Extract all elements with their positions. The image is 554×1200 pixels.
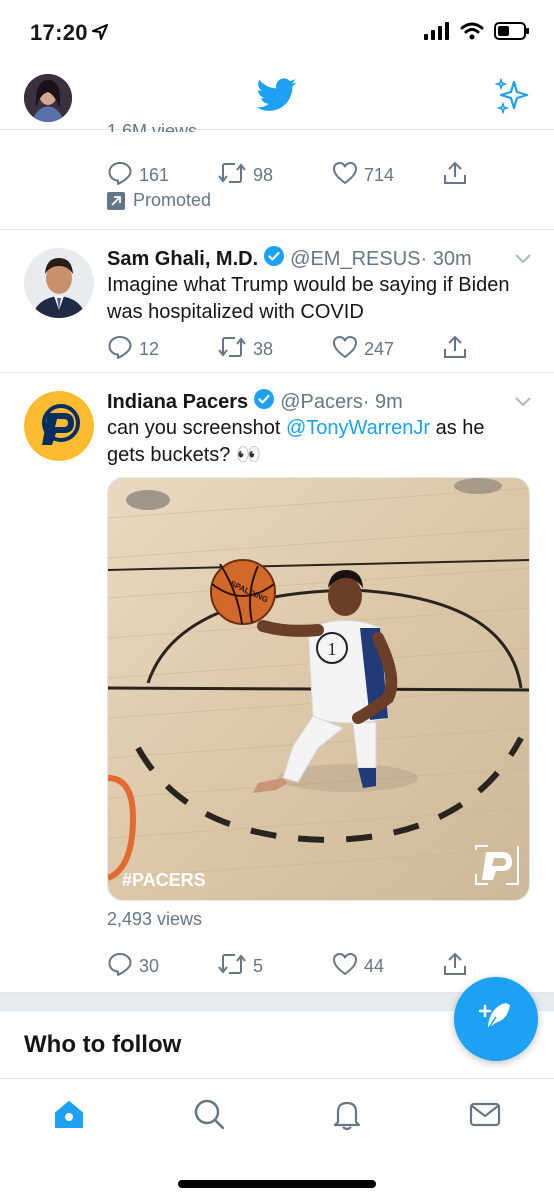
compose-tweet-button[interactable] (454, 977, 538, 1061)
share-icon (442, 160, 468, 191)
mention-link[interactable]: @TonyWarrenJr (286, 417, 430, 439)
tweet-header: Indiana Pacers @Pacers · 9m (107, 389, 403, 415)
tweet[interactable]: Sam Ghali, M.D. @EM_RESUS · 30m Imagine … (0, 230, 554, 373)
verified-badge-icon (264, 246, 285, 272)
promoted-arrow-icon (107, 191, 125, 210)
media-watermark: #PACERS (122, 870, 206, 890)
like-button[interactable]: 714 (332, 160, 442, 191)
reply-button[interactable]: 30 (107, 951, 217, 982)
heart-icon (332, 335, 358, 364)
sparkle-icon[interactable] (494, 77, 530, 119)
heart-icon (332, 952, 358, 981)
who-to-follow-title: Who to follow (24, 1031, 182, 1058)
promoted-label: Promoted (107, 190, 211, 211)
retweet-button[interactable]: 38 (217, 334, 332, 365)
promoted-text: Promoted (133, 190, 212, 210)
like-count: 44 (364, 956, 385, 976)
tweet-actions: 161 98 714 (107, 160, 477, 191)
tweet-media-image[interactable]: 1 SPALDING #PACERS (107, 477, 530, 901)
promoted-tweet-views: 1.6M views (107, 121, 198, 132)
profile-avatar[interactable] (24, 74, 72, 122)
status-time: 17:20 (30, 20, 88, 45)
author-name[interactable]: Indiana Pacers (107, 391, 248, 414)
share-button[interactable] (442, 951, 477, 982)
home-icon[interactable] (52, 1097, 86, 1136)
home-indicator[interactable] (178, 1180, 376, 1188)
tweet-actions: 30 5 44 (107, 951, 477, 982)
tweet-text-part: can you screenshot (107, 417, 286, 439)
reply-icon (107, 160, 133, 191)
author-handle[interactable]: @EM_RESUS (290, 248, 420, 271)
reply-icon (107, 951, 133, 982)
promoted-tweet[interactable]: 1.6M views 161 98 714 Promoted (0, 121, 554, 230)
compose-feather-icon (476, 997, 516, 1042)
share-button[interactable] (442, 334, 477, 365)
reply-button[interactable]: 12 (107, 334, 217, 365)
chevron-down-icon[interactable] (514, 395, 532, 413)
mail-icon[interactable] (468, 1097, 502, 1136)
share-button[interactable] (442, 160, 477, 191)
author-handle[interactable]: @Pacers (280, 391, 363, 414)
retweet-icon (217, 334, 247, 365)
like-count: 247 (364, 339, 395, 359)
tweet-time: · 30m (420, 247, 472, 270)
location-arrow-icon (92, 24, 108, 45)
retweet-button[interactable]: 5 (217, 951, 332, 982)
top-nav (0, 68, 554, 130)
tweet[interactable]: Indiana Pacers @Pacers · 9m can you scre… (0, 373, 554, 993)
like-count: 714 (364, 165, 395, 185)
tweet-header: Sam Ghali, M.D. @EM_RESUS · 30m (107, 246, 472, 272)
like-button[interactable]: 247 (332, 334, 442, 365)
retweet-icon (217, 951, 247, 982)
signal-icon (424, 22, 450, 45)
tweet-author-avatar[interactable] (24, 391, 94, 461)
timeline-feed: 1.6M views 161 98 714 Promoted Sam Ghali… (0, 121, 554, 1079)
reply-count: 30 (139, 956, 160, 976)
jersey-number: 1 (328, 639, 337, 659)
retweet-count: 5 (253, 956, 264, 976)
search-icon[interactable] (192, 1097, 226, 1136)
tweet-text: Imagine what Trump would be saying if Bi… (107, 274, 510, 323)
tweet-author-avatar[interactable] (24, 248, 94, 318)
reply-icon (107, 334, 133, 365)
tweet-time: · 9m (362, 390, 403, 413)
retweet-icon (217, 160, 247, 191)
status-bar: 17:20 (0, 0, 554, 68)
tweet-actions: 12 38 247 (107, 334, 477, 365)
reply-count: 12 (139, 339, 160, 359)
retweet-count: 98 (253, 165, 274, 185)
reply-count: 161 (139, 165, 170, 185)
twitter-bird-icon[interactable] (256, 78, 297, 117)
retweet-count: 38 (253, 339, 274, 359)
chevron-down-icon[interactable] (514, 252, 532, 270)
tweet-text: can you screenshot @TonyWarrenJr as he g… (107, 415, 527, 469)
heart-icon (332, 161, 358, 190)
like-button[interactable]: 44 (332, 951, 442, 982)
verified-badge-icon (254, 389, 275, 415)
author-name[interactable]: Sam Ghali, M.D. (107, 248, 258, 271)
share-icon (442, 951, 468, 982)
bell-icon[interactable] (330, 1097, 364, 1136)
retweet-button[interactable]: 98 (217, 160, 332, 191)
battery-icon (494, 22, 530, 45)
tweet-views: 2,493 views (107, 909, 203, 929)
share-icon (442, 334, 468, 365)
wifi-icon (460, 22, 484, 45)
reply-button[interactable]: 161 (107, 160, 217, 191)
